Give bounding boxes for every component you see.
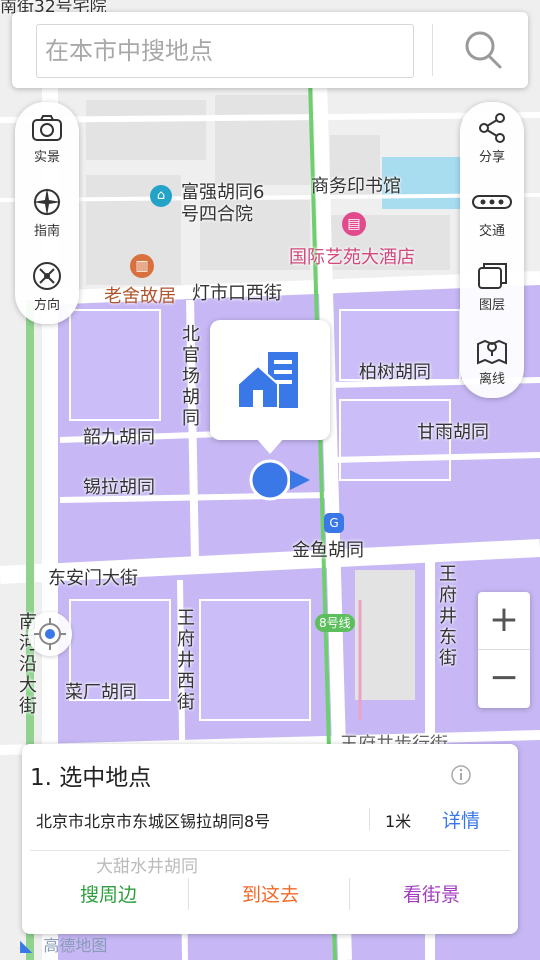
tool-offline[interactable]: 离线 xyxy=(460,324,524,390)
tool-label: 图层 xyxy=(478,298,505,313)
tool-label: 分享 xyxy=(478,150,505,165)
tool-label: 交通 xyxy=(478,224,505,239)
camera-icon xyxy=(32,115,62,141)
poi-detail-panel: 1. 选中地点 北京市北京市东城区锡拉胡同8号 1米 详情 大甜水井胡同 搜周边… xyxy=(22,744,518,934)
tool-live-view[interactable]: 实景 xyxy=(15,102,79,168)
map-label-jinyu: 金鱼胡同 xyxy=(292,540,364,561)
locate-icon xyxy=(34,618,66,650)
locate-button[interactable] xyxy=(28,612,72,656)
map-label-shaojiu: 韶九胡同 xyxy=(83,427,155,448)
map-label-wangfujing-east: 王府井东街 xyxy=(439,564,457,669)
hotel-icon[interactable]: ▤ xyxy=(342,212,366,236)
logo-mark-icon: ◣ xyxy=(20,936,33,955)
zoom-out-button[interactable]: − xyxy=(478,650,530,707)
map-label-baishu: 柏树胡同 xyxy=(359,362,431,383)
map-label-dengshikou: 灯市口西街 xyxy=(192,283,282,304)
search-field[interactable] xyxy=(36,24,414,78)
zoom-in-button[interactable]: + xyxy=(478,592,530,649)
tool-label: 实景 xyxy=(33,150,60,165)
traffic-icon xyxy=(472,195,512,209)
offline-map-icon xyxy=(477,339,507,365)
poi-address: 北京市北京市东城区锡拉胡同8号 xyxy=(36,812,271,831)
metro-station-icon[interactable]: G xyxy=(324,513,344,533)
map-label-laoshe: 老舍故居 xyxy=(104,286,176,307)
street-view-button[interactable]: 看街景 xyxy=(349,880,514,907)
tool-layers[interactable]: 图层 xyxy=(460,250,524,316)
right-toolbar: 分享 交通 图层 离线 xyxy=(460,102,524,398)
compass-icon xyxy=(33,188,61,216)
tool-guide[interactable]: 指南 xyxy=(15,176,79,242)
tool-share[interactable]: 分享 xyxy=(460,102,524,168)
search-bar xyxy=(12,12,528,88)
left-toolbar: 实景 指南 方向 xyxy=(15,102,79,324)
search-icon xyxy=(465,31,502,69)
detail-link[interactable]: 详情 xyxy=(442,806,480,833)
map-label-hotel: 国际艺苑大酒店 xyxy=(289,247,415,268)
map-label-xila: 锡拉胡同 xyxy=(83,477,155,498)
map-label-caichang: 菜厂胡同 xyxy=(65,682,137,703)
map-label-bai-guan: 北官场胡同 xyxy=(182,324,200,429)
search-nearby-button[interactable]: 搜周边 xyxy=(26,880,191,907)
metro-line-badge: 8号线 xyxy=(315,614,355,632)
search-button[interactable] xyxy=(458,26,508,74)
poi-icon-courtyard[interactable]: ⌂ xyxy=(150,185,172,207)
search-input[interactable] xyxy=(43,31,407,71)
go-here-button[interactable]: 到这去 xyxy=(188,880,353,907)
layers-icon xyxy=(478,263,507,289)
address-divider xyxy=(369,808,370,830)
tool-traffic[interactable]: 交通 xyxy=(460,176,524,242)
zoom-control: + − xyxy=(478,592,530,708)
direction-icon xyxy=(33,262,61,290)
map-label-wangfujing-west: 王府井西街 xyxy=(177,608,195,713)
tool-direction[interactable]: 方向 xyxy=(15,250,79,316)
museum-icon[interactable]: ▥ xyxy=(130,254,154,278)
map-label-hutong-6b: 号四合院 xyxy=(181,204,253,225)
poi-title: 1. 选中地点 xyxy=(30,765,152,791)
marker-pointer xyxy=(256,438,284,454)
selected-poi-marker[interactable] xyxy=(210,320,330,440)
map-label-donganmen: 东安门大街 xyxy=(48,568,138,589)
building-icon xyxy=(238,352,298,409)
tool-label: 指南 xyxy=(33,224,60,239)
panel-divider xyxy=(30,850,510,851)
info-icon[interactable] xyxy=(450,764,472,786)
tool-label: 离线 xyxy=(478,372,505,387)
map-label-commercial-press: 商务印书馆 xyxy=(311,176,401,197)
share-icon xyxy=(479,113,505,143)
tool-label: 方向 xyxy=(33,298,60,313)
map-label-ganyu: 甘雨胡同 xyxy=(417,422,489,443)
poi-distance: 1米 xyxy=(385,812,412,831)
map-label-dashui: 大甜水井胡同 xyxy=(96,857,198,877)
search-divider xyxy=(432,24,433,76)
current-location-icon xyxy=(249,459,310,501)
amap-logo: ◣ 高德地图 xyxy=(20,932,107,956)
logo-text: 高德地图 xyxy=(43,936,108,955)
